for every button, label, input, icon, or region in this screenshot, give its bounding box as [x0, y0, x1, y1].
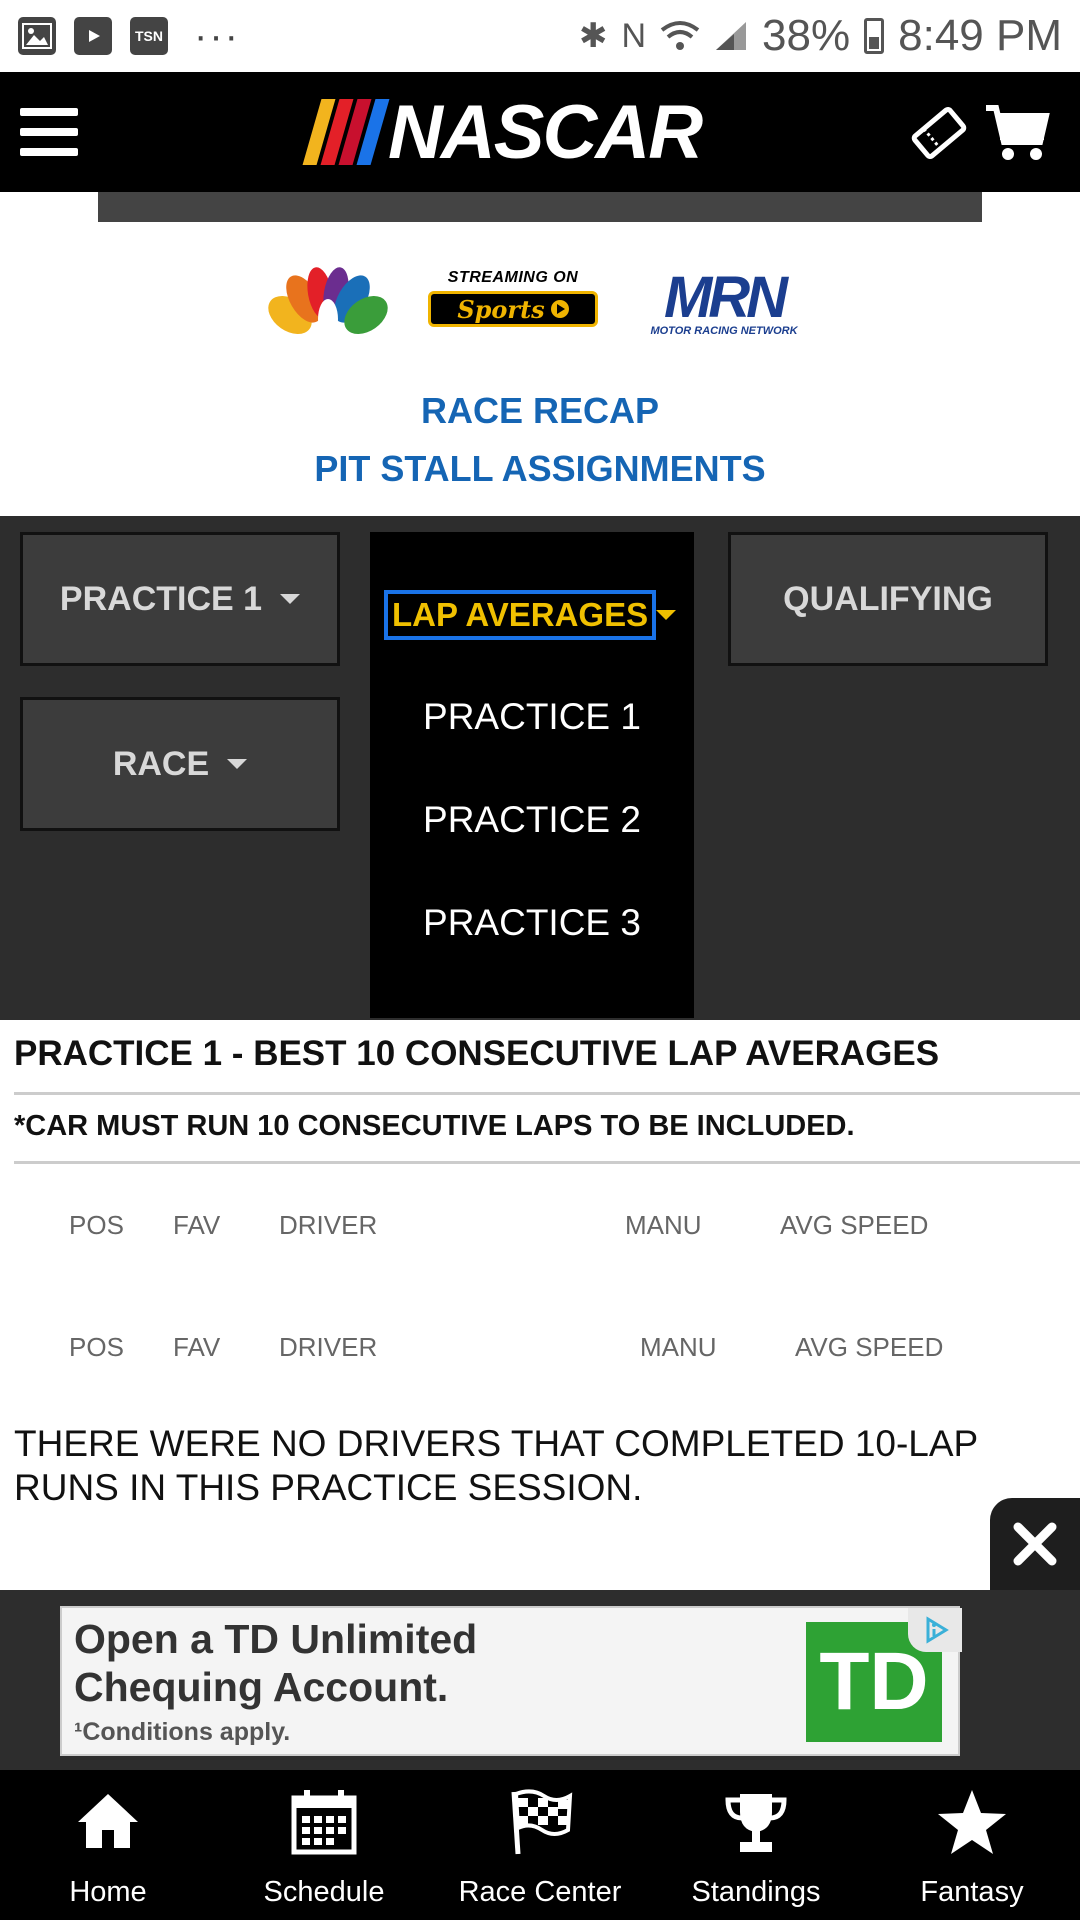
cart-icon[interactable]: [984, 102, 1050, 164]
race-links: RACE RECAP PIT STALL ASSIGNMENTS: [0, 382, 1080, 498]
column-header-avg-speed[interactable]: AVG SPEED: [795, 1332, 943, 1363]
broadcaster-logos: STREAMING ON Sports MRN MOTOR RACING NET…: [0, 255, 1080, 345]
empty-results-message: THERE WERE NO DRIVERS THAT COMPLETED 10-…: [14, 1423, 978, 1508]
bottom-navigation: Home Schedule Race Center Standings Fant…: [0, 1770, 1080, 1920]
caret-down-icon: [227, 759, 248, 769]
checkered-flag-icon: [511, 1789, 573, 1855]
nav-schedule[interactable]: Schedule: [216, 1770, 432, 1920]
app-header: NASCAR: [0, 72, 1080, 192]
column-header-pos[interactable]: POS: [69, 1210, 124, 1241]
close-icon: [1013, 1522, 1057, 1566]
adchoices-icon[interactable]: [908, 1608, 962, 1652]
bluetooth-icon: ✱: [578, 17, 608, 55]
wifi-icon: [660, 21, 700, 50]
td-ad[interactable]: Open a TD Unlimited Chequing Account. ¹C…: [60, 1606, 962, 1756]
nfc-icon: N: [621, 16, 647, 55]
overflow-dots: ···: [194, 14, 240, 58]
home-icon: [78, 1794, 138, 1848]
close-ad-button[interactable]: [990, 1498, 1080, 1590]
nav-standings[interactable]: Standings: [648, 1770, 864, 1920]
youtube-icon: [74, 17, 112, 55]
gallery-icon: [18, 17, 56, 55]
nav-home[interactable]: Home: [0, 1770, 216, 1920]
calendar-icon: [291, 1790, 357, 1855]
tab-race[interactable]: RACE: [20, 697, 340, 831]
nbc-peacock-logo[interactable]: [268, 263, 388, 341]
column-header-pos[interactable]: POS: [69, 1332, 124, 1363]
play-icon: [550, 300, 569, 318]
ad-banner: Open a TD Unlimited Chequing Account. ¹C…: [0, 1590, 1080, 1770]
caret-down-icon: [656, 610, 676, 620]
signal-icon: [716, 22, 747, 50]
results-note: *CAR MUST RUN 10 CONSECUTIVE LAPS TO BE …: [14, 1110, 855, 1142]
column-header-fav[interactable]: FAV: [173, 1210, 220, 1241]
column-header-manu[interactable]: MANU: [625, 1210, 702, 1241]
nascar-logo[interactable]: NASCAR: [302, 90, 703, 175]
race-recap-link[interactable]: RACE RECAP: [0, 382, 1080, 440]
trophy-icon: [725, 1794, 787, 1852]
status-bar: TSN ··· ✱ N 38% 8:49 PM: [0, 0, 1080, 72]
tab-lap-averages[interactable]: LAP AVERAGES: [384, 590, 657, 640]
battery-percent: 38%: [762, 11, 851, 60]
caret-down-icon: [280, 594, 301, 604]
star-icon: [938, 1790, 1006, 1854]
ticket-icon[interactable]: [908, 102, 970, 164]
nbc-sports-logo[interactable]: STREAMING ON Sports: [428, 269, 598, 335]
nav-race-center[interactable]: Race Center: [432, 1770, 648, 1920]
column-header-driver[interactable]: DRIVER: [279, 1332, 377, 1363]
results-title: PRACTICE 1 - BEST 10 CONSECUTIVE LAP AVE…: [14, 1034, 940, 1073]
logo-stripes: [302, 99, 390, 165]
menu-icon[interactable]: [20, 108, 78, 156]
tab-practice-1[interactable]: PRACTICE 1: [20, 532, 340, 666]
session-tabs: PRACTICE 1 QUALIFYING RACE LAP AVERAGES …: [0, 516, 1080, 1020]
divider: [14, 1092, 1080, 1095]
battery-icon: [864, 18, 885, 54]
tab-qualifying[interactable]: QUALIFYING: [728, 532, 1048, 666]
mrn-logo[interactable]: MRN MOTOR RACING NETWORK: [634, 269, 814, 338]
lap-averages-dropdown[interactable]: LAP AVERAGES PRACTICE 1 PRACTICE 2 PRACT…: [370, 532, 694, 1018]
column-header-fav[interactable]: FAV: [173, 1332, 220, 1363]
dropdown-item-practice-3[interactable]: PRACTICE 3: [370, 902, 694, 944]
dropdown-item-practice-1[interactable]: PRACTICE 1: [370, 696, 694, 738]
divider: [14, 1161, 1080, 1164]
dropdown-item-practice-2[interactable]: PRACTICE 2: [370, 799, 694, 841]
column-header-driver[interactable]: DRIVER: [279, 1210, 377, 1241]
tsn-icon: TSN: [130, 17, 168, 55]
nav-fantasy[interactable]: Fantasy: [864, 1770, 1080, 1920]
column-header-avg-speed[interactable]: AVG SPEED: [780, 1210, 928, 1241]
pit-stall-link[interactable]: PIT STALL ASSIGNMENTS: [0, 440, 1080, 498]
column-header-manu[interactable]: MANU: [640, 1332, 717, 1363]
banner-ad-slot: [98, 192, 982, 222]
clock: 8:49 PM: [898, 11, 1062, 60]
